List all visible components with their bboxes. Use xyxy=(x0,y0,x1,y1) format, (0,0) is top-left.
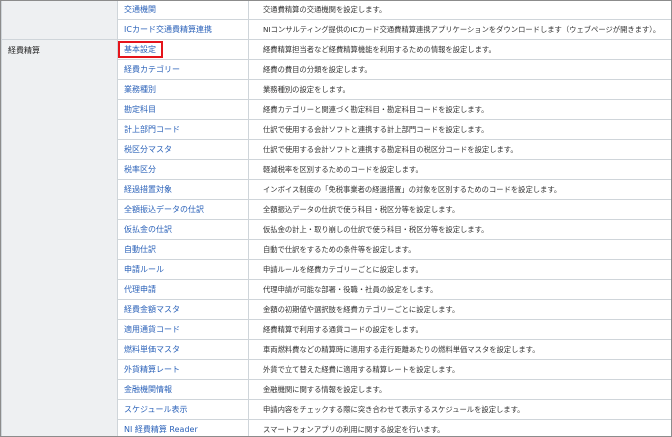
category-cell xyxy=(1,1,118,40)
setting-link[interactable]: 基本設定 xyxy=(124,45,156,54)
setting-description: 外貨で立て替えた経費に適用する精算レートを設定します。 xyxy=(248,359,671,380)
setting-name-cell: 金融機関情報 xyxy=(117,379,249,400)
setting-description: 仕訳で使用する会計ソフトと連携する計上部門コードを設定します。 xyxy=(248,119,671,140)
setting-link[interactable]: 燃料単価マスタ xyxy=(124,345,180,354)
setting-name-cell: 勘定科目 xyxy=(117,99,249,120)
setting-link[interactable]: 経費カテゴリー xyxy=(124,65,180,74)
setting-description: 申請内容をチェックする際に突き合わせて表示するスケジュールを設定します。 xyxy=(248,399,671,420)
setting-link[interactable]: 金融機関情報 xyxy=(124,385,172,394)
setting-name-cell: 基本設定 xyxy=(117,39,249,60)
setting-name-cell: 税区分マスタ xyxy=(117,139,249,160)
setting-description: 車両燃料費などの精算時に適用する走行距離あたりの燃料単価マスタを設定します。 xyxy=(248,339,671,360)
setting-name-cell: 外貨精算レート xyxy=(117,359,249,380)
setting-link[interactable]: 業務種別 xyxy=(124,85,156,94)
setting-description: 仕訳で使用する会計ソフトと連携する勘定科目の税区分コードを設定します。 xyxy=(248,139,671,160)
setting-description: 経費の費目の分類を設定します。 xyxy=(248,59,671,80)
setting-link[interactable]: ICカード交通費精算連携 xyxy=(124,25,212,34)
setting-link[interactable]: スケジュール表示 xyxy=(124,405,187,414)
setting-name-cell: 交通機関 xyxy=(117,1,249,20)
setting-link[interactable]: 経過措置対象 xyxy=(124,185,172,194)
setting-description: スマートフォンアプリの利用に関する設定を行います。 xyxy=(248,419,671,436)
settings-window: 交通機関 交通費精算の交通機関を設定します。 ICカード交通費精算連携 NIコンサルテ… xyxy=(0,0,672,437)
setting-link[interactable]: 経費金額マスタ xyxy=(124,305,180,314)
setting-link[interactable]: 税区分マスタ xyxy=(124,145,172,154)
setting-description: インボイス制度の「免税事業者の経過措置」の対象を区別するためのコードを設定します… xyxy=(248,179,671,200)
setting-description: 軽減税率を区別するためのコードを設定します。 xyxy=(248,159,671,180)
setting-description: NIコンサルティング提供のICカード交通費精算連携アプリケーションをダウンロード… xyxy=(248,19,671,40)
setting-name-cell: 自動仕訳 xyxy=(117,239,249,260)
setting-name-cell: 全額振込データの仕訳 xyxy=(117,199,249,220)
category-cell: 経費精算 xyxy=(1,39,118,436)
setting-link[interactable]: 計上部門コード xyxy=(124,125,180,134)
setting-link[interactable]: 外貨精算レート xyxy=(124,365,180,374)
setting-link[interactable]: 交通機関 xyxy=(124,5,156,14)
settings-table-body: 交通機関 交通費精算の交通機関を設定します。 ICカード交通費精算連携 NIコンサルテ… xyxy=(1,1,671,436)
setting-description: 申請ルールを経費カテゴリーごとに設定します。 xyxy=(248,259,671,280)
setting-description: 仮払金の計上・取り崩しの仕訳で使う科目・税区分等を設定します。 xyxy=(248,219,671,240)
setting-name-cell: 代理申請 xyxy=(117,279,249,300)
setting-description: 金額の初期値や選択肢を経費カテゴリーごとに設定します。 xyxy=(248,299,671,320)
setting-description: 代理申請が可能な部署・役職・社員の設定をします。 xyxy=(248,279,671,300)
setting-name-cell: NI 経費精算 Reader xyxy=(117,419,249,436)
setting-name-cell: 経費金額マスタ xyxy=(117,299,249,320)
setting-link[interactable]: 税率区分 xyxy=(124,165,156,174)
setting-description: 全額振込データの仕訳で使う科目・税区分等を設定します。 xyxy=(248,199,671,220)
setting-description: 交通費精算の交通機関を設定します。 xyxy=(248,1,671,20)
setting-name-cell: スケジュール表示 xyxy=(117,399,249,420)
settings-table: 交通機関 交通費精算の交通機関を設定します。 ICカード交通費精算連携 NIコンサルテ… xyxy=(1,1,671,436)
setting-description: 自動で仕訳をするための条件等を設定します。 xyxy=(248,239,671,260)
setting-description: 経費精算担当者など経費精算機能を利用するための情報を設定します。 xyxy=(248,39,671,60)
setting-name-cell: 適用通貨コード xyxy=(117,319,249,340)
setting-link[interactable]: 適用通貨コード xyxy=(124,325,180,334)
setting-link[interactable]: 全額振込データの仕訳 xyxy=(124,205,204,214)
setting-description: 金融機関に関する情報を設定します。 xyxy=(248,379,671,400)
setting-description: 経費精算で利用する通貨コードの設定をします。 xyxy=(248,319,671,340)
setting-name-cell: 経費カテゴリー xyxy=(117,59,249,80)
setting-link[interactable]: 仮払金の仕訳 xyxy=(124,225,172,234)
setting-name-cell: 燃料単価マスタ xyxy=(117,339,249,360)
table-row: 交通機関 交通費精算の交通機関を設定します。 xyxy=(1,1,671,40)
setting-link[interactable]: 自動仕訳 xyxy=(124,245,156,254)
setting-name-cell: 申請ルール xyxy=(117,259,249,280)
setting-link[interactable]: NI 経費精算 Reader xyxy=(124,425,198,434)
setting-description: 経費カテゴリーと関連づく勘定科目・勘定科目コードを設定します。 xyxy=(248,99,671,120)
table-row: 経費精算 基本設定 経費精算担当者など経費精算機能を利用するための情報を設定します。 xyxy=(1,39,671,436)
setting-name-cell: 計上部門コード xyxy=(117,119,249,140)
setting-link[interactable]: 申請ルール xyxy=(124,265,164,274)
setting-link[interactable]: 代理申請 xyxy=(124,285,156,294)
setting-name-cell: 税率区分 xyxy=(117,159,249,180)
setting-name-cell: 経過措置対象 xyxy=(117,179,249,200)
setting-name-cell: 業務種別 xyxy=(117,79,249,100)
setting-name-cell: 仮払金の仕訳 xyxy=(117,219,249,240)
setting-name-cell: ICカード交通費精算連携 xyxy=(117,19,249,40)
setting-link[interactable]: 勘定科目 xyxy=(124,105,156,114)
setting-description: 業務種別の設定をします。 xyxy=(248,79,671,100)
